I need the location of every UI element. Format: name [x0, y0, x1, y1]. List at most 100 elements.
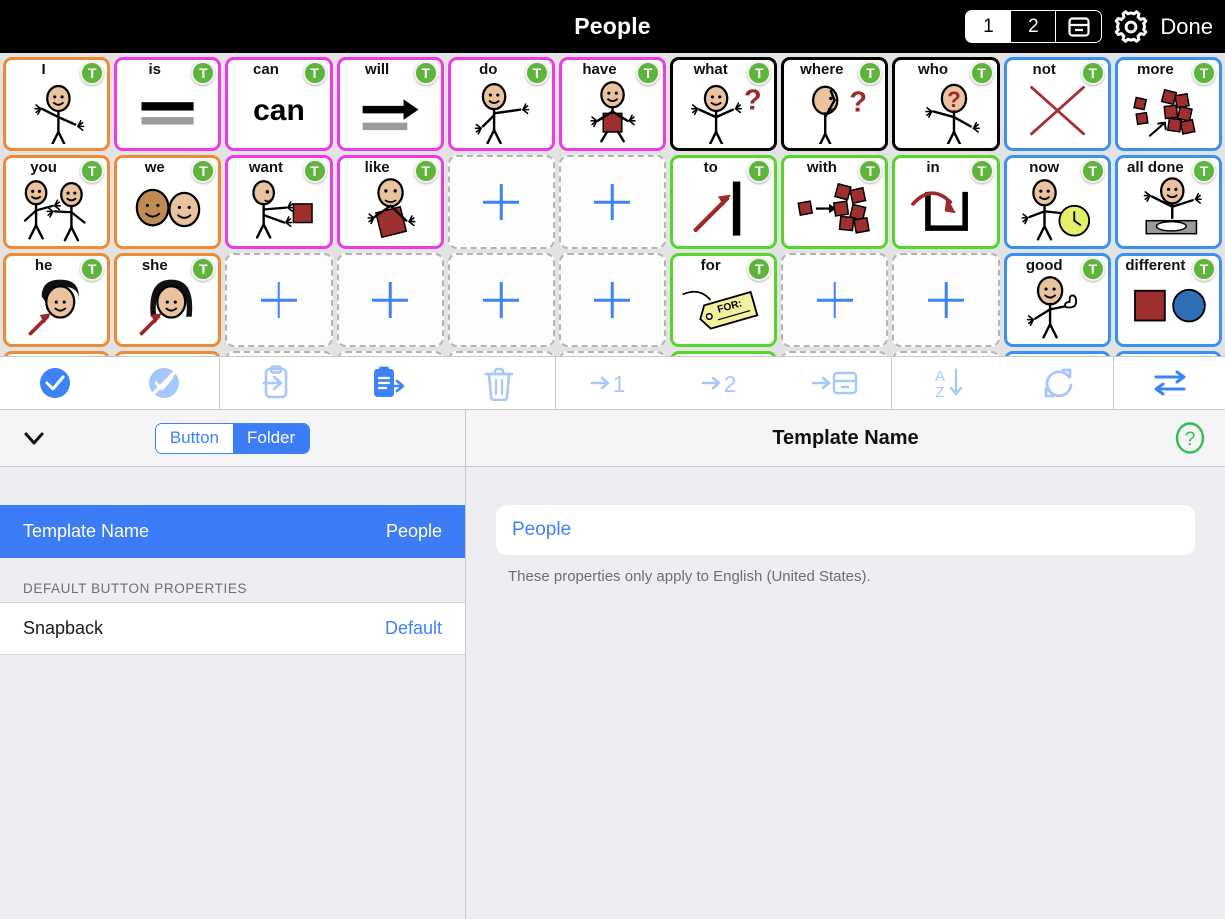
- grid-button-not[interactable]: not T: [1003, 57, 1111, 151]
- select-all-button[interactable]: [17, 357, 93, 409]
- list-item-value: People: [385, 521, 442, 541]
- text-badge-icon: T: [191, 355, 216, 356]
- grid-button-like[interactable]: like T: [336, 155, 444, 249]
- grid-button-is[interactable]: is T: [114, 57, 222, 151]
- arrow-to-bar-icon: [673, 174, 774, 244]
- toolbar-group-5: [1114, 357, 1225, 409]
- paste-button[interactable]: [238, 357, 314, 409]
- person-hands-up-table-icon: [1118, 174, 1219, 244]
- grid-button-we[interactable]: we T: [114, 155, 222, 249]
- template-name-input[interactable]: People: [496, 505, 1195, 555]
- grid-button-now[interactable]: now T: [1003, 155, 1111, 249]
- grid-cell-empty[interactable]: [892, 351, 1000, 356]
- grid-cell-empty[interactable]: [558, 155, 667, 249]
- grid-button-more[interactable]: more T: [1114, 57, 1222, 151]
- top-bar-actions: 1 2 Done: [965, 7, 1217, 47]
- two-people-pointing-icon: [6, 174, 107, 244]
- swap-button[interactable]: [1132, 357, 1208, 409]
- move-to-page-1-button[interactable]: 1: [574, 357, 650, 409]
- person-reaching-block-icon: [228, 174, 329, 244]
- text-badge-icon: T: [1080, 257, 1105, 281]
- svg-text:1: 1: [612, 371, 625, 397]
- property-detail-body: People These properties only apply to En…: [466, 467, 1225, 585]
- grid-button-with[interactable]: with T: [781, 155, 889, 249]
- grid-button-it[interactable]: it T: [3, 351, 111, 356]
- grid-cell-empty[interactable]: [781, 351, 889, 356]
- plus-icon: [594, 282, 630, 318]
- toolbar-group-1: [0, 357, 220, 409]
- grid-button-i[interactable]: I T: [3, 57, 111, 151]
- grid-button-you[interactable]: you T: [3, 155, 111, 249]
- grid-button-where[interactable]: where ? T: [781, 57, 889, 151]
- tab-button-scope[interactable]: Button: [155, 423, 233, 453]
- grid-button-label: it: [10, 355, 77, 356]
- deselect-all-button[interactable]: [126, 357, 202, 409]
- grid-button-can[interactable]: can can T: [225, 57, 333, 151]
- grid-button-he[interactable]: he T: [3, 253, 111, 347]
- grid-button-want[interactable]: want T: [225, 155, 333, 249]
- grid-button-good[interactable]: good T: [1003, 253, 1111, 347]
- question-circle-icon[interactable]: ?: [1173, 421, 1207, 455]
- copy-button[interactable]: [349, 357, 425, 409]
- tab-folder-scope[interactable]: Folder: [232, 423, 310, 453]
- gear-icon[interactable]: [1111, 7, 1151, 47]
- text-badge-icon: T: [524, 61, 549, 85]
- grid-cell-empty[interactable]: [225, 253, 333, 347]
- grid-button-who[interactable]: who ? T: [892, 57, 1000, 151]
- grid-cell-empty[interactable]: [336, 253, 444, 347]
- grid-button-this[interactable]: this T: [114, 351, 222, 356]
- archive-tray-icon[interactable]: [1056, 11, 1102, 42]
- grid-button-in[interactable]: in T: [892, 155, 1000, 249]
- toolbar-group-3: 1 2: [556, 357, 892, 409]
- grid-button-from[interactable]: from T: [670, 351, 778, 356]
- sort-alpha-button[interactable]: A Z: [909, 357, 985, 409]
- grid-cell-empty[interactable]: [225, 351, 333, 356]
- chevron-down-icon[interactable]: [20, 424, 48, 452]
- move-to-page-2-button[interactable]: 2: [685, 357, 761, 409]
- grid-cell-empty[interactable]: [558, 253, 667, 347]
- blocks-joining-icon: [784, 174, 885, 244]
- grid-button-have[interactable]: have T: [558, 57, 667, 151]
- person-looking-question-icon: ?: [784, 76, 885, 146]
- button-grid-container: I Tis Tcan can Twill T do T have T what …: [0, 53, 1225, 356]
- red-x-icon: [1007, 76, 1108, 146]
- refresh-button[interactable]: [1020, 357, 1096, 409]
- text-badge-icon: T: [302, 61, 327, 85]
- scope-segmented-control[interactable]: Button Folder: [154, 422, 311, 454]
- grid-button-to[interactable]: to T: [670, 155, 778, 249]
- page-selector-segmented-control[interactable]: 1 2: [965, 10, 1103, 43]
- grid-button-bad[interactable]: bad T: [1003, 351, 1111, 356]
- grid-button-do[interactable]: do T: [447, 57, 555, 151]
- plus-icon: [372, 282, 408, 318]
- page-segment-2[interactable]: 2: [1011, 11, 1057, 42]
- grid-cell-empty[interactable]: [447, 253, 555, 347]
- list-item-template-name[interactable]: Template Name People: [0, 505, 465, 558]
- grid-button-all-done[interactable]: all done T: [1114, 155, 1222, 249]
- swap-arrows-icon: [1151, 367, 1189, 399]
- grid-button-will[interactable]: will T: [336, 57, 444, 151]
- grid-cell-empty[interactable]: [447, 155, 555, 249]
- grid-button-all[interactable]: all T: [1114, 351, 1222, 356]
- grid-button-for[interactable]: for FOR: T: [670, 253, 778, 347]
- section-header-default-button-properties: DEFAULT BUTTON PROPERTIES: [23, 581, 248, 596]
- page-segment-1[interactable]: 1: [966, 11, 1012, 42]
- text-badge-icon: T: [1080, 355, 1105, 356]
- arrow-to-archive-icon: [810, 368, 860, 398]
- grid-cell-empty[interactable]: [336, 351, 444, 356]
- delete-button[interactable]: [461, 357, 537, 409]
- list-item-snapback[interactable]: Snapback Default: [0, 602, 465, 655]
- done-button[interactable]: Done: [1160, 14, 1217, 40]
- grid-cell-empty[interactable]: [892, 253, 1000, 347]
- field-help-note: These properties only apply to English (…: [508, 568, 871, 585]
- property-detail-header: Template Name ?: [466, 410, 1225, 467]
- grid-cell-empty[interactable]: [558, 351, 667, 356]
- text-badge-icon: T: [1080, 159, 1105, 183]
- move-to-archive-button[interactable]: [797, 357, 873, 409]
- grid-cell-empty[interactable]: [447, 351, 555, 356]
- property-detail-pane: Template Name ? People These properties …: [466, 410, 1225, 919]
- grid-button-different[interactable]: different T: [1114, 253, 1222, 347]
- grid-button-she[interactable]: she T: [114, 253, 222, 347]
- text-can-icon: can: [253, 94, 305, 127]
- grid-button-what[interactable]: what ? T: [670, 57, 778, 151]
- grid-cell-empty[interactable]: [781, 253, 889, 347]
